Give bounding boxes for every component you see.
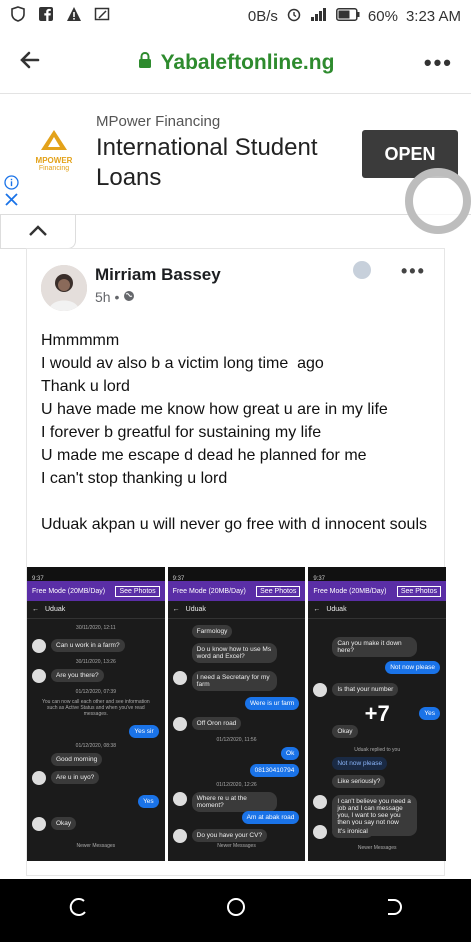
battery-icon [335,7,360,25]
more-dots-icon[interactable]: ••• [413,50,453,76]
post-author[interactable]: Mirriam Bassey [95,265,221,285]
chat-screenshot-1[interactable]: 9:37 Free Mode (20MB/Day) See Photos ← Ud… [27,567,165,861]
shot-freemode-bar: Free Mode (20MB/Day) See Photos [167,581,306,601]
lock-icon [137,51,153,75]
alarm-icon [286,6,302,26]
avatar [172,829,187,843]
timestamp: 01/12/2020, 11:56 [216,737,257,743]
timestamp: 01/12/2020, 12:26 [216,782,257,788]
avatar[interactable] [41,265,87,311]
system-nav-bar [0,879,471,942]
timestamp: 01/12/2020, 08:38 [75,743,116,749]
status-left-icons [10,6,110,26]
avatar [32,771,46,785]
chat-screenshot-2[interactable]: 9:37 Free Mode (20MB/Day) See Photos ← Ud… [167,567,306,861]
message-bubble: Where re u at the moment? [191,792,277,812]
message-bubble: Yes sir [129,725,159,738]
message-bubble: 08130410794 [249,764,300,777]
chevron-up-icon [27,221,49,243]
shot-statusbar: 9:37 [167,567,306,582]
status-bar: 0B/s 60% 3:23 AM [0,0,471,32]
insights-icon[interactable] [353,261,371,279]
post-more-icon[interactable]: ••• [401,261,426,282]
screenshot-icon [94,6,110,26]
message-bubble: Ok [281,747,300,760]
avatar [32,817,46,831]
message-bubble: Off Oron road [191,717,242,730]
shot-chat-header: ← Uduak [27,601,165,619]
ad-headline[interactable]: International Student Loans [96,133,336,193]
newer-messages-pill: Newer Messages [76,843,116,849]
message-bubble: Do you have your CV? [191,829,268,842]
facebook-post: Mirriam Bassey 5h • ••• Hmmmmm I would a… [26,248,447,876]
globe-icon [123,289,135,305]
network-speed: 0B/s [247,7,278,25]
shot-statusbar: 9:37 [27,567,165,582]
battery-percent: 60% [367,7,398,25]
post-text: Hmmmmm I would av also b a victim long t… [41,332,427,533]
recent-apps-icon[interactable] [68,896,90,925]
post-time: 5h [95,289,111,305]
shield-icon [10,6,26,26]
logo-sub: Financing [38,165,70,172]
message-bubble: Were is ur farm [245,697,300,710]
arrow-left-icon[interactable] [18,47,58,79]
message-bubble: Good morning [51,753,103,766]
collapse-ad-button[interactable] [0,215,76,249]
message-bubble: Okay [51,817,77,830]
facebook-icon [38,6,54,26]
message-bubble: Can u work in a farm? [51,639,125,652]
avatar [172,792,187,806]
floating-circle-button[interactable] [405,168,471,234]
timestamp: You can now call each other and see info… [42,699,150,717]
message-bubble: Farmology [191,625,233,638]
more-photos-count[interactable]: +7 [308,567,446,861]
timestamp: 01/12/2020, 07:39 [75,689,116,695]
post-meta: 5h • [95,289,135,305]
shot-chat-header: ← Uduak [167,601,306,619]
message-bubble: Yes [138,795,159,808]
info-icon[interactable] [4,175,19,193]
message-bubble: Am at abak road [241,811,300,824]
signal-icon [310,7,328,25]
ad-sponsor: MPower Financing [96,113,221,130]
avatar [172,671,187,685]
clock-time: 3:23 AM [405,7,461,25]
post-photo-gallery[interactable]: 9:37 Free Mode (20MB/Day) See Photos ← Ud… [27,567,447,861]
avatar [32,669,46,683]
back-nav-icon[interactable] [382,896,404,925]
timestamp: 30/11/2020, 12:11 [76,625,116,631]
warning-icon [66,6,82,26]
newer-messages-pill: Newer Messages [217,843,256,849]
browser-address-bar: Yabaleftonline.ng ••• [0,32,471,94]
message-bubble: Are you there? [51,669,104,682]
url-text: Yabaleftonline.ng [160,50,335,74]
chat-screenshot-3[interactable]: 9:37 Free Mode (20MB/Day) See Photos ← Ud… [308,567,447,861]
status-right: 0B/s 60% 3:23 AM [248,6,461,26]
url-display[interactable]: Yabaleftonline.ng [58,51,413,75]
timestamp: 30/11/2020, 13:26 [75,659,116,665]
message-bubble: Are u in uyo? [51,771,100,784]
ad-banner[interactable]: MPOWER Financing MPower Financing Intern… [0,95,471,215]
message-bubble: Do u know how to use Ms word and Excel? [191,643,277,663]
home-circle-icon[interactable] [225,896,247,925]
shot-freemode-bar: Free Mode (20MB/Day) See Photos [27,581,165,601]
mpower-logo: MPOWER Financing [26,129,82,185]
avatar [172,717,187,731]
logo-text: MPOWER [35,156,73,165]
avatar [32,639,46,653]
message-bubble: I need a Secretary for my farm [191,671,277,691]
close-icon[interactable] [5,193,18,211]
